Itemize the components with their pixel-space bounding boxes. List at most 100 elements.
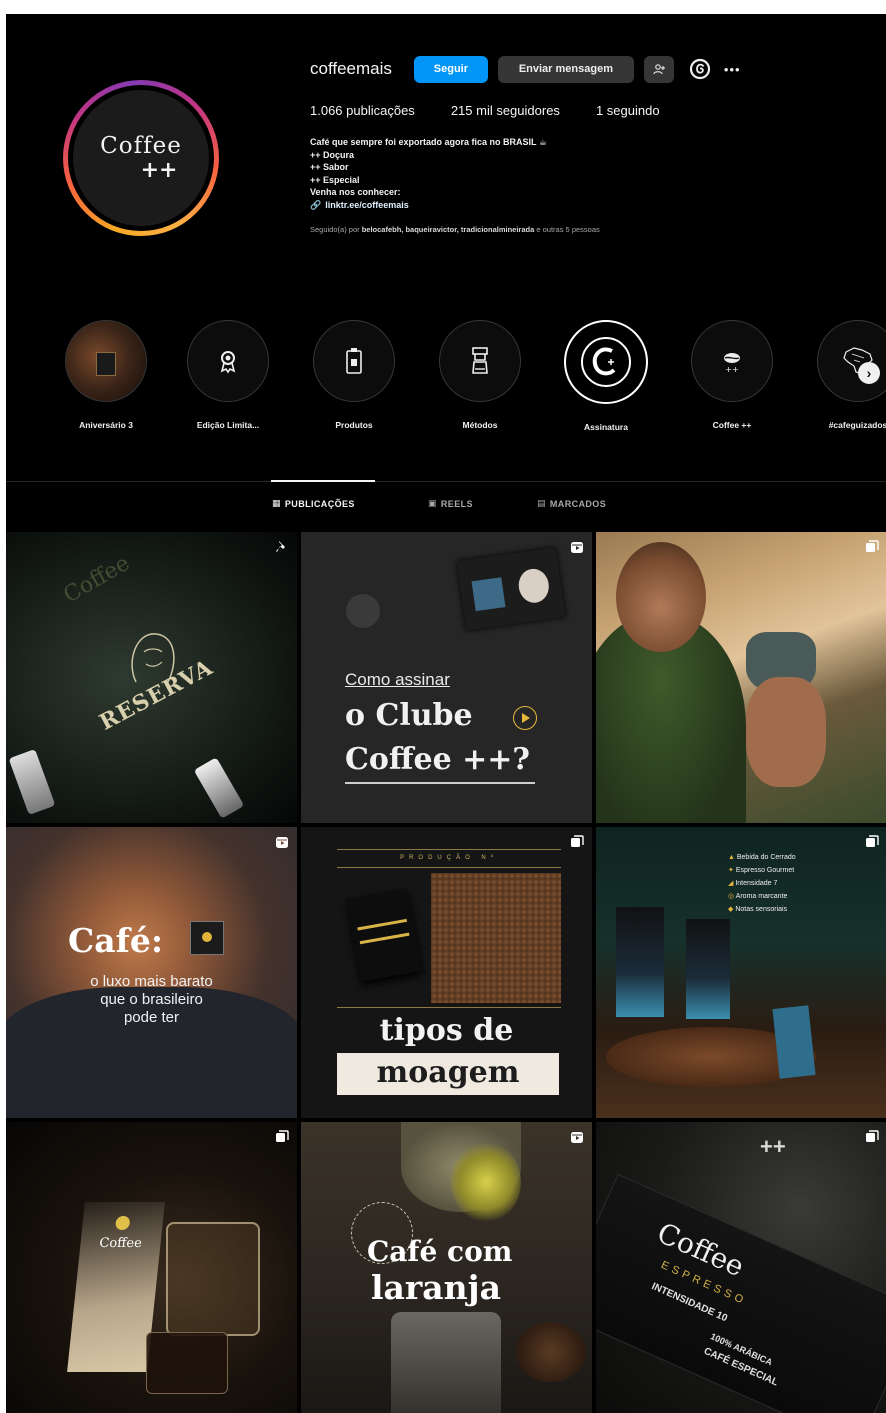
hand-shape — [746, 677, 826, 787]
product-photo — [456, 547, 566, 631]
feature-text: Intensidade 7 — [735, 880, 778, 887]
highlight-coffee-plus[interactable]: ++ Coffee ++ — [672, 320, 792, 430]
instagram-profile-page: Coffee ++ coffeemais Seguir Enviar mensa… — [6, 14, 886, 1413]
feature-item: ✦ Espresso Gourmet — [728, 864, 796, 877]
feature-text: Aroma marcante — [735, 893, 788, 900]
bio-line: ++ Doçura — [310, 149, 355, 160]
reels-icon: ▣ — [428, 498, 437, 508]
post-title-word: Café com — [367, 1235, 513, 1268]
feature-item: ▲ Bebida do Cerrado — [728, 851, 796, 864]
post-tile[interactable]: Coffee — [6, 1122, 297, 1413]
follow-button[interactable]: Seguir — [413, 55, 488, 83]
post-title: laranja — [371, 1268, 502, 1307]
post-header: PRODUÇÃO Nº — [400, 855, 498, 861]
more-options-icon[interactable]: ••• — [724, 62, 741, 77]
bag-stripe — [359, 932, 410, 945]
post-title: moagem — [376, 1055, 520, 1090]
post-title: Coffee ++? — [345, 742, 530, 777]
highlight-label: Produtos — [335, 420, 373, 430]
dripper-shape — [166, 1222, 260, 1336]
highlight-assinatura[interactable]: Assinatura — [546, 320, 666, 432]
send-message-button[interactable]: Enviar mensagem — [497, 55, 634, 83]
highlight-metodos[interactable]: Métodos — [420, 320, 540, 430]
threads-icon[interactable] — [688, 57, 712, 81]
coffee-bag — [346, 888, 422, 982]
post-bg-text: Coffee — [59, 550, 135, 609]
carafe-shape — [146, 1332, 228, 1394]
coffee-maker-icon — [439, 320, 521, 402]
vial-shape — [8, 749, 56, 815]
tab-reels[interactable]: ▣ REELS — [428, 498, 473, 509]
logo-dot — [202, 932, 212, 942]
add-person-icon — [653, 64, 665, 75]
bullet-icon: ✦ — [728, 867, 736, 874]
post-tile[interactable]: Café: o luxo mais barato que o brasileir… — [6, 827, 297, 1118]
suggested-accounts-button[interactable] — [643, 55, 674, 83]
title-band: moagem — [337, 1053, 559, 1095]
subscription-logo-svg — [581, 337, 631, 387]
bullet-icon: ◎ — [728, 893, 736, 900]
carousel-icon — [276, 1130, 289, 1142]
profile-actions-row: coffeemais Seguir Enviar mensagem ••• — [310, 54, 880, 84]
highlight-produtos[interactable]: Produtos — [294, 320, 414, 430]
coffee-box-icon-svg — [346, 348, 362, 374]
post-subtitle-line: pode ter — [123, 1009, 180, 1026]
highlights-next-icon[interactable]: › — [858, 362, 880, 384]
post-tile[interactable]: ▲ Bebida do Cerrado ✦ Espresso Gourmet ◢… — [596, 827, 886, 1118]
tab-marcados[interactable]: ▤ MARCADOS — [537, 498, 606, 509]
highlight-aniversario[interactable]: Aniversário 3 — [46, 320, 166, 430]
photo-thumbnail-box — [96, 352, 116, 376]
post-title: Como assinar — [345, 670, 450, 689]
photo-thumbnail — [65, 320, 147, 402]
highlight-label: Coffee ++ — [712, 420, 752, 430]
feature-item: ◢ Intensidade 7 — [728, 877, 796, 890]
post-tile[interactable]: Coffee RESERVA — [6, 532, 297, 823]
bio-line: Café que sempre foi exportado agora fica… — [310, 137, 547, 147]
followers-count[interactable]: 215 mil seguidores — [451, 103, 560, 118]
bag-text: Coffee — [98, 1236, 143, 1251]
highlight-edicao-limitada[interactable]: Edição Limita... — [168, 320, 288, 430]
reel-icon — [571, 542, 583, 553]
award-icon — [187, 320, 269, 402]
following-count[interactable]: 1 seguindo — [596, 103, 660, 118]
profile-avatar[interactable]: Coffee ++ — [63, 80, 219, 236]
followed-by[interactable]: Seguido(a) por belocafebh, baqueiravicto… — [310, 225, 880, 234]
face-shape — [616, 542, 706, 652]
followed-by-names[interactable]: belocafebh, baqueiravictor, tradicionalm… — [362, 225, 535, 234]
feature-list: ▲ Bebida do Cerrado ✦ Espresso Gourmet ◢… — [728, 851, 796, 916]
bio-line: ++ Especial — [310, 174, 360, 185]
logo-circle — [346, 594, 380, 628]
bio-link[interactable]: 🔗 linktr.ee/coffeemais — [310, 199, 880, 212]
avatar-logo-text: Coffee — [100, 133, 182, 159]
post-tile[interactable]: Como assinar o Clube Coffee ++? — [301, 532, 592, 823]
reel-icon — [276, 837, 288, 848]
product-box — [471, 577, 506, 612]
coffee-logo-box — [190, 921, 224, 955]
post-tile[interactable]: ++ Coffee ESPRESSO INTENSIDADE 10 100% A… — [596, 1122, 886, 1413]
profile-info: coffeemais Seguir Enviar mensagem ••• 1.… — [310, 54, 880, 234]
carousel-icon — [866, 540, 879, 552]
product-cup — [516, 566, 551, 605]
underline — [345, 782, 535, 784]
pin-icon — [276, 541, 285, 552]
followed-by-suffix: e outras 5 pessoas — [536, 225, 600, 234]
story-highlights: Aniversário 3 Edição Limita... Produtos … — [46, 320, 886, 440]
post-tile[interactable] — [596, 532, 886, 823]
ground-coffee-photo — [431, 873, 561, 1003]
brazil-map-icon — [817, 320, 886, 402]
coffee-bean-icon: ++ — [691, 320, 773, 402]
tab-publicacoes[interactable]: ▦ PUBLICAÇÕES — [272, 498, 355, 509]
top-rule — [337, 867, 561, 868]
reel-icon — [571, 1132, 583, 1143]
post-tile[interactable]: PRODUÇÃO Nº tipos de moagem — [301, 827, 592, 1118]
coffee-capsule-box — [772, 1005, 816, 1079]
coffee-bag — [686, 919, 730, 1019]
svg-text:++: ++ — [725, 365, 738, 374]
bullet-icon: ▲ — [728, 854, 737, 861]
bio-link-text[interactable]: linktr.ee/coffeemais — [325, 199, 409, 212]
coffee-beans-bowl — [516, 1322, 586, 1382]
highlight-label: #cafeguizados — [828, 420, 886, 430]
divider — [337, 1007, 561, 1008]
post-tile[interactable]: Café com laranja — [301, 1122, 592, 1413]
post-title: tipos de — [379, 1013, 514, 1048]
